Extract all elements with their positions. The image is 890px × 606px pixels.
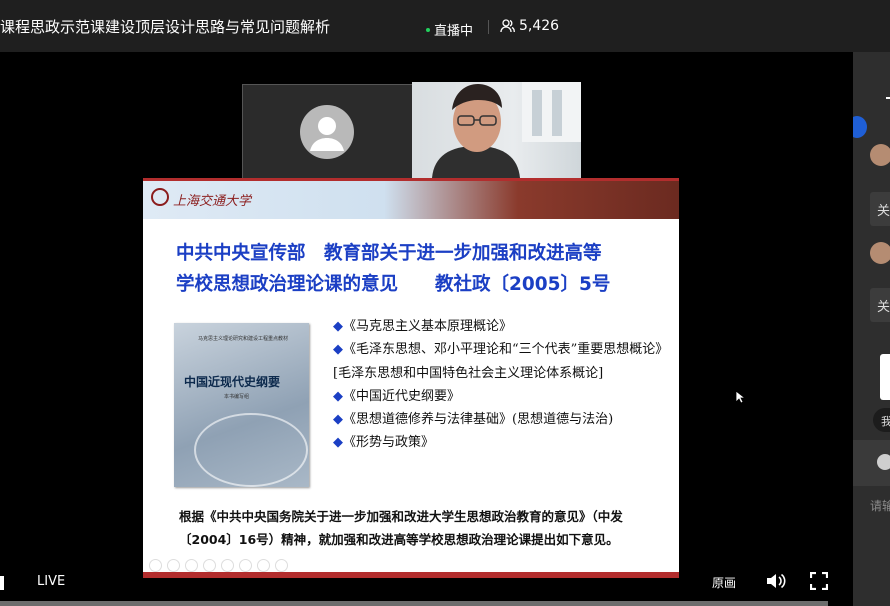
chat-message-chip: 关 xyxy=(870,192,890,226)
chat-tag[interactable]: 我 xyxy=(873,408,890,432)
emoji-icon[interactable] xyxy=(877,454,890,470)
live-status-text: 直播中 xyxy=(434,24,474,39)
tab-indicator xyxy=(886,97,890,99)
diamond-bullet-icon: ◆ xyxy=(333,435,343,451)
university-seal-icon xyxy=(151,188,169,206)
live-label: LIVE xyxy=(37,574,66,589)
divider xyxy=(488,20,489,34)
slide-heading: 中共中央宣传部 教育部关于进一步加强和改进高等 学校思想政治理论课的意见 教社政… xyxy=(176,238,666,300)
mouse-cursor-icon xyxy=(735,390,745,404)
list-item: ◆《毛泽东思想、邓小平理论和“三个代表”重要思想概论》[毛泽东思想和中国特色社会… xyxy=(333,342,669,381)
list-item: ◆《思想道德修养与法律基础》(思想道德与法治) xyxy=(333,412,614,428)
book-decoration xyxy=(194,413,308,487)
progress-bar[interactable] xyxy=(0,601,828,606)
viewer-count: 5,426 xyxy=(500,18,559,34)
slide-header-banner: 上海交通大学 xyxy=(143,178,679,219)
people-icon xyxy=(500,19,515,33)
camera-tile-placeholder xyxy=(242,84,414,180)
volume-icon[interactable] xyxy=(765,571,787,591)
book-title: 中国近现代史纲要 xyxy=(184,375,281,389)
diamond-bullet-icon: ◆ xyxy=(333,319,343,334)
fullscreen-icon[interactable] xyxy=(810,572,828,590)
avatar xyxy=(870,242,890,264)
chat-side-panel: 关 关 我 请输 xyxy=(853,52,890,606)
live-title: 课程思政示范课建设顶层设计思路与常见问题解析 xyxy=(0,18,331,36)
chat-input[interactable]: 请输 xyxy=(870,497,890,514)
list-item: ◆《中国近代史纲要》 xyxy=(333,388,461,404)
book-series-text: 马克思主义理论研究和建设工程重点教材 xyxy=(197,336,288,342)
diamond-bullet-icon: ◆ xyxy=(333,388,343,404)
player-controls: LIVE 原画 xyxy=(0,564,853,600)
slide-footnote: 根据《中共中央国务院关于进一步加强和改进大学生思想政治教育的意见》（中发〔200… xyxy=(179,509,623,547)
live-status: 直播中 xyxy=(426,20,473,39)
chat-message-chip: 关 xyxy=(870,288,890,322)
university-logo-text: 上海交通大学 xyxy=(173,194,252,209)
avatar xyxy=(870,144,890,166)
slide-heading-line1: 中共中央宣传部 教育部关于进一步加强和改进高等 xyxy=(176,243,602,264)
user-avatar-icon xyxy=(300,105,354,159)
top-bar: 课程思政示范课建设顶层设计思路与常见问题解析 直播中 5,426 xyxy=(0,0,890,52)
diamond-bullet-icon: ◆ xyxy=(333,412,343,428)
camera-tile-speaker xyxy=(412,82,581,178)
list-item: ◆《马克思主义基本原理概论》 xyxy=(333,319,513,334)
slide-heading-line2: 学校思想政治理论课的意见 教社政〔2005〕5号 xyxy=(176,274,611,295)
diamond-bullet-icon: ◆ xyxy=(333,342,343,358)
presentation-slide: 上海交通大学 中共中央宣传部 教育部关于进一步加强和改进高等 学校思想政治理论课… xyxy=(143,178,679,578)
course-list: ◆《马克思主义基本原理概论》 ◆《毛泽东思想、邓小平理论和“三个代表”重要思想概… xyxy=(333,315,673,455)
quality-selector[interactable]: 原画 xyxy=(712,574,736,591)
list-item: ◆《形势与政策》 xyxy=(333,435,435,451)
book-subtitle: 本书编写组 xyxy=(224,394,250,400)
chat-card[interactable] xyxy=(880,354,890,400)
book-cover-image: 马克思主义理论研究和建设工程重点教材 中国近现代史纲要 本书编写组 xyxy=(174,323,309,487)
notification-badge[interactable] xyxy=(853,116,867,138)
live-dot-icon xyxy=(426,27,430,32)
pause-icon[interactable] xyxy=(0,576,4,590)
viewer-count-text: 5,426 xyxy=(519,18,560,34)
